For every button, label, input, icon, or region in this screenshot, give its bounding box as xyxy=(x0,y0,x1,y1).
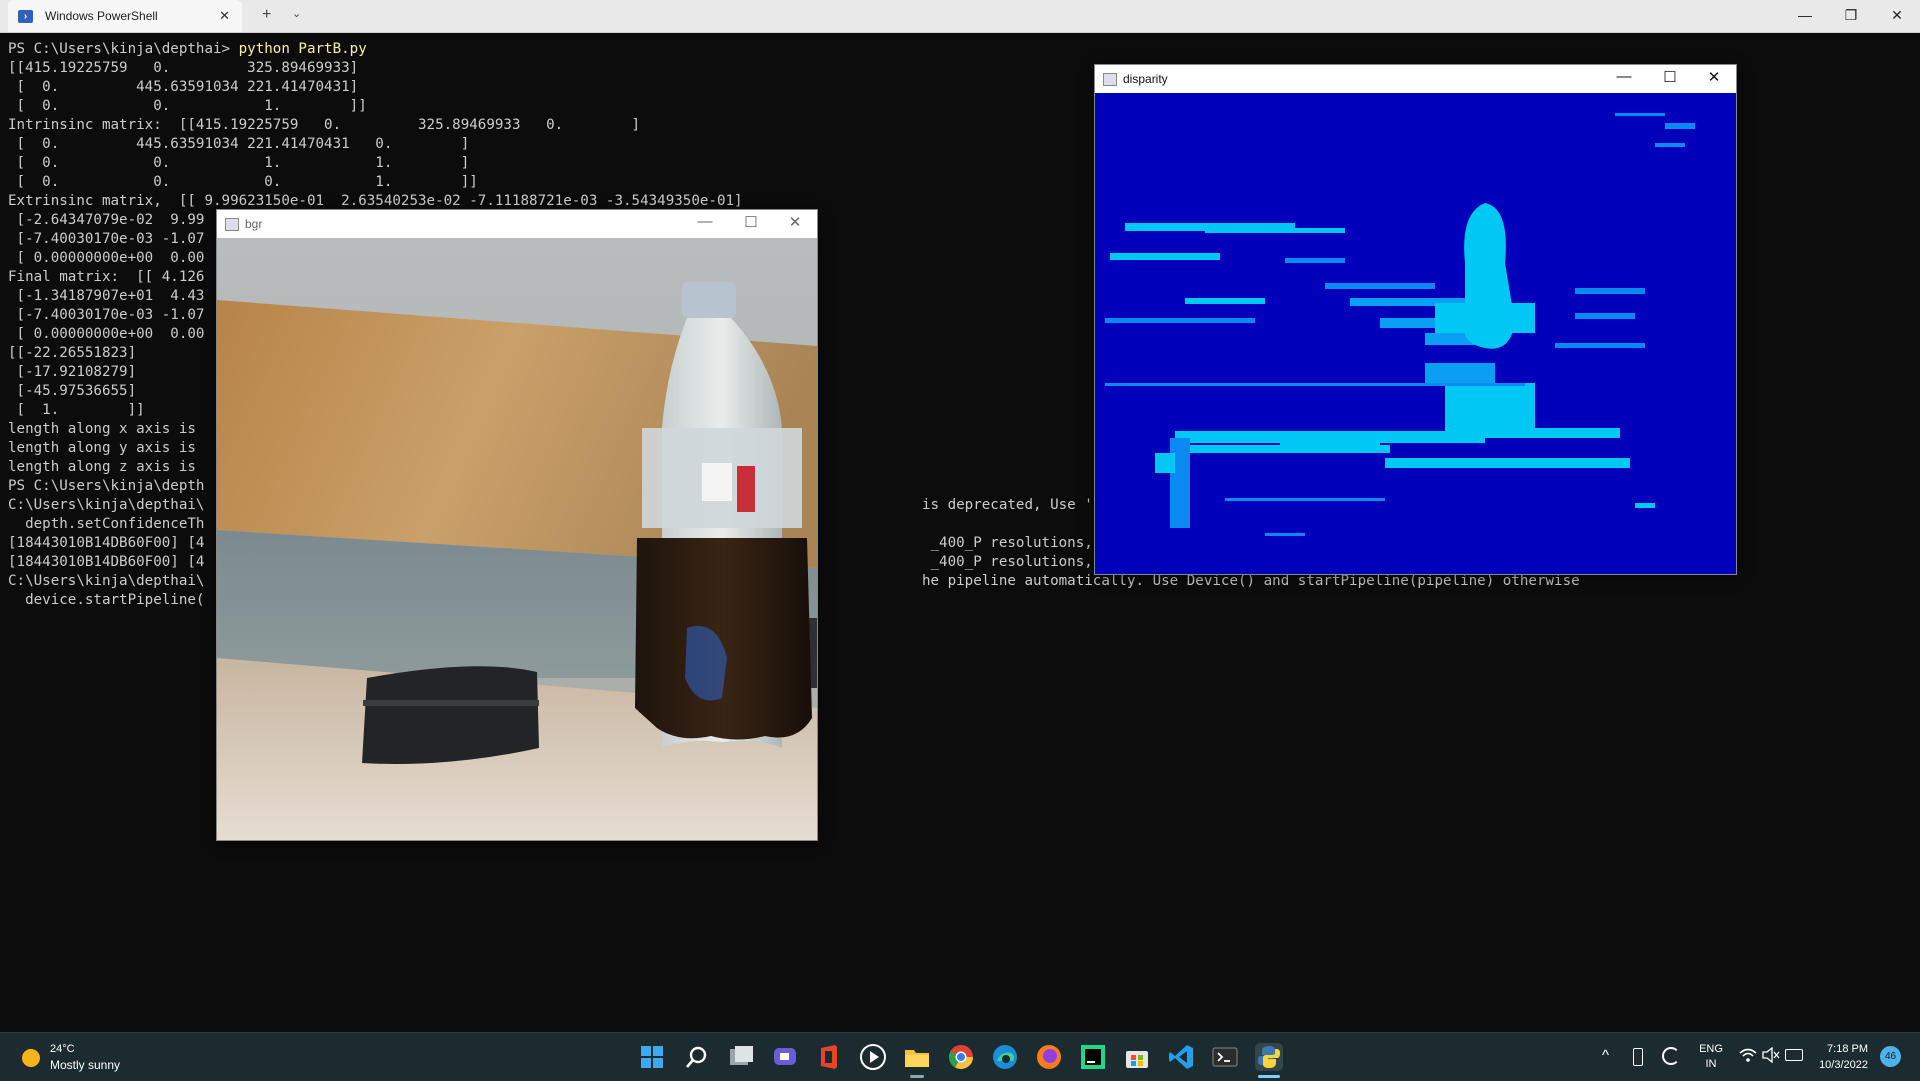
terminal-titlebar: › Windows PowerShell ✕ + ⌄ — ❐ ✕ xyxy=(0,0,1920,33)
start-icon[interactable] xyxy=(638,1043,666,1071)
bgr-window[interactable]: bgr — ☐ ✕ xyxy=(216,209,818,841)
task-view-icon[interactable] xyxy=(727,1043,755,1071)
bottle-scene-image xyxy=(217,238,817,840)
window-icon xyxy=(225,218,239,231)
prompt: PS C:\Users\kinja\depthai> xyxy=(8,41,239,57)
notification-count: 46 xyxy=(1884,1051,1897,1062)
disparity-maximize-button[interactable]: ☐ xyxy=(1650,68,1690,86)
tab-windows-powershell[interactable]: › Windows PowerShell ✕ xyxy=(8,0,242,32)
clock-date: 10/3/2022 xyxy=(1819,1059,1868,1071)
bgr-camera-image xyxy=(217,238,817,840)
volume-muted-icon[interactable] xyxy=(1762,1046,1780,1064)
language-top: ENG xyxy=(1699,1043,1723,1055)
vscode-icon[interactable] xyxy=(1167,1043,1195,1071)
bgr-maximize-button[interactable]: ☐ xyxy=(731,213,771,231)
edge-icon[interactable] xyxy=(991,1043,1019,1071)
close-button[interactable]: ✕ xyxy=(1874,0,1920,32)
powershell-icon: › xyxy=(18,9,33,23)
disparity-titlebar[interactable]: disparity — ☐ ✕ xyxy=(1095,65,1736,93)
terminal-icon[interactable] xyxy=(1211,1043,1239,1071)
disparity-window-title: disparity xyxy=(1123,72,1168,86)
notification-badge[interactable]: 46 xyxy=(1880,1046,1901,1067)
active-indicator xyxy=(910,1075,924,1078)
bgr-window-title: bgr xyxy=(245,217,263,231)
taskbar: 24°C Mostly sunny ^ ENG IN 7:18 PM 10/3/… xyxy=(0,1032,1920,1081)
tab-title: Windows PowerShell xyxy=(45,9,158,23)
bgr-close-button[interactable]: ✕ xyxy=(775,213,815,231)
weather-widget[interactable]: 24°C Mostly sunny xyxy=(18,1041,138,1075)
new-tab-button[interactable]: + xyxy=(262,6,271,24)
minimize-button[interactable]: — xyxy=(1782,0,1828,32)
disparity-map-image xyxy=(1095,93,1736,574)
tab-dropdown-button[interactable]: ⌄ xyxy=(292,7,301,20)
maximize-button[interactable]: ❐ xyxy=(1828,0,1874,32)
window-icon xyxy=(1103,73,1117,86)
usb-icon[interactable] xyxy=(1633,1048,1643,1066)
weather-desc: Mostly sunny xyxy=(50,1058,121,1072)
tab-close-button[interactable]: ✕ xyxy=(219,8,230,24)
show-hidden-icons-button[interactable]: ^ xyxy=(1602,1047,1609,1064)
file-explorer-icon[interactable] xyxy=(903,1043,931,1071)
active-indicator xyxy=(1258,1075,1280,1078)
command-text: python PartB.py xyxy=(238,41,367,57)
battery-icon[interactable] xyxy=(1785,1049,1803,1061)
pycharm-icon[interactable] xyxy=(1079,1043,1107,1071)
disparity-minimize-button[interactable]: — xyxy=(1604,68,1644,85)
chrome-icon[interactable] xyxy=(947,1043,975,1071)
bgr-minimize-button[interactable]: — xyxy=(685,213,725,230)
disparity-window[interactable]: disparity — ☐ ✕ xyxy=(1094,64,1737,575)
sun-icon xyxy=(22,1049,40,1067)
media-player-icon[interactable] xyxy=(859,1043,887,1071)
language-indicator[interactable]: ENG IN xyxy=(1694,1043,1728,1073)
office-icon[interactable] xyxy=(815,1043,843,1071)
chat-icon[interactable] xyxy=(771,1043,799,1071)
disparity-heatmap xyxy=(1095,93,1736,574)
wifi-icon[interactable] xyxy=(1739,1047,1757,1063)
sync-icon[interactable] xyxy=(1662,1047,1680,1065)
disparity-close-button[interactable]: ✕ xyxy=(1694,68,1734,86)
weather-temp: 24°C xyxy=(50,1043,75,1055)
bgr-titlebar[interactable]: bgr — ☐ ✕ xyxy=(217,210,817,238)
clock[interactable]: 7:18 PM 10/3/2022 xyxy=(1808,1041,1868,1075)
terminal-prompt-line: PS C:\Users\kinja\depthai> python PartB.… xyxy=(8,40,1908,59)
store-icon[interactable] xyxy=(1123,1043,1151,1071)
search-icon[interactable] xyxy=(683,1043,711,1071)
python-icon[interactable] xyxy=(1255,1043,1283,1071)
firefox-icon[interactable] xyxy=(1035,1043,1063,1071)
clock-time: 7:18 PM xyxy=(1827,1043,1868,1055)
language-bottom: IN xyxy=(1705,1058,1717,1070)
